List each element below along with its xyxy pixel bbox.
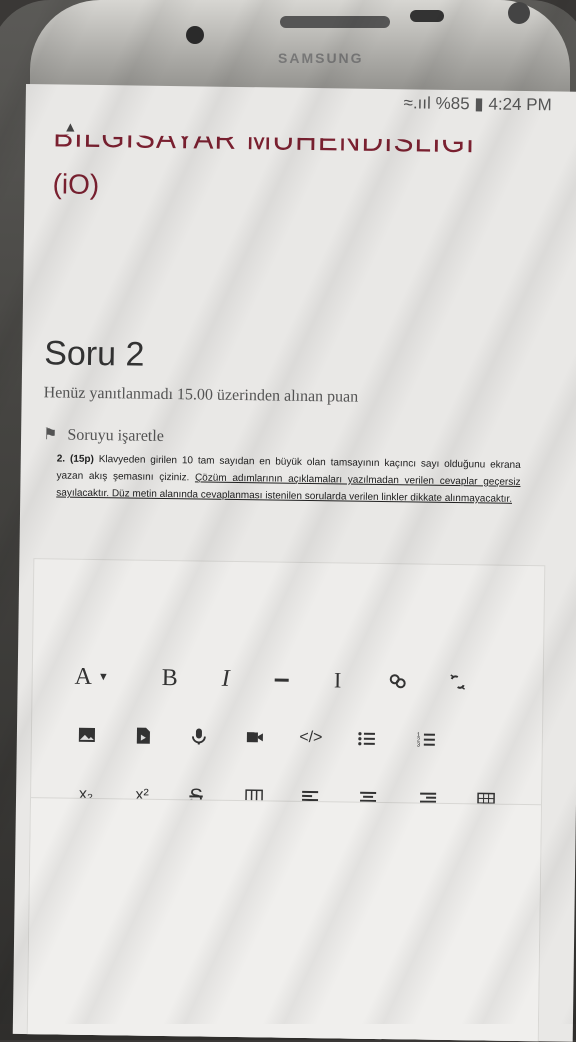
cursor-button[interactable]: I: [322, 665, 352, 695]
course-title: BILGISAYAR MÜHENDISLIGI: [53, 120, 475, 160]
italic-button[interactable]: I: [211, 664, 241, 694]
unlink-button[interactable]: [442, 667, 472, 697]
horizontal-rule-icon: [272, 669, 292, 689]
sensor-dot: [508, 2, 530, 24]
answer-text-area[interactable]: [27, 797, 541, 1042]
toolbar-row-1: A▼ B I I: [32, 661, 543, 708]
bullet-list-button[interactable]: [352, 724, 382, 754]
editor-toolbar: A▼ B I I: [34, 559, 544, 566]
unlink-icon: [448, 672, 468, 692]
html-source-button[interactable]: </>: [296, 723, 326, 753]
question-text: 2. (15p) Klavyeden girilen 10 tam sayıda…: [56, 450, 521, 507]
chevron-down-icon: ▼: [98, 671, 109, 683]
media-file-icon: [133, 726, 153, 746]
status-bar: ≈.ııl %85 ▮ 4:24 PM: [403, 93, 551, 115]
image-icon: [77, 725, 97, 745]
bullet-list-icon: [357, 729, 377, 749]
video-camera-icon: [245, 727, 265, 747]
earpiece-speaker: [280, 16, 390, 28]
numbered-list-button[interactable]: 123: [412, 724, 442, 754]
flag-question-link[interactable]: ⚑ Soruyu işaretle: [43, 424, 164, 446]
insert-media-button[interactable]: [128, 720, 158, 750]
phone-screen: ≈.ııl %85 ▮ 4:24 PM ▲ BILGISAYAR MÜHENDI…: [13, 84, 576, 1042]
insert-image-button[interactable]: [72, 720, 102, 750]
warning-icon: ▲: [63, 119, 77, 135]
battery-icon: ▮: [474, 94, 484, 113]
svg-text:3: 3: [417, 743, 421, 749]
question-title: Soru 2: [44, 334, 145, 374]
bold-button[interactable]: B: [155, 663, 185, 693]
front-camera: [186, 26, 204, 44]
record-video-button[interactable]: [240, 722, 270, 752]
toolbar-row-2: </> 123: [32, 719, 543, 766]
question-number: 2.: [57, 453, 65, 464]
question-points: (15p): [70, 454, 94, 465]
clock: 4:24 PM: [488, 94, 552, 114]
link-icon: [388, 671, 408, 691]
font-dropdown-button[interactable]: A▼: [67, 662, 117, 693]
proximity-sensor: [410, 10, 444, 22]
record-audio-button[interactable]: [184, 721, 214, 751]
font-icon: A: [74, 663, 92, 690]
signal-icon: ≈.ııl: [403, 93, 431, 112]
question-state: Henüz yanıtlanmadı 15.00 üzerinden alına…: [44, 384, 359, 406]
numbered-list-icon: 123: [417, 730, 437, 750]
device-brand: SAMSUNG: [278, 50, 364, 66]
battery-level: %85: [435, 94, 469, 113]
flag-icon: ⚑: [43, 426, 58, 443]
flag-label: Soruyu işaretle: [67, 427, 164, 445]
microphone-icon: [189, 726, 209, 746]
link-button[interactable]: [382, 666, 412, 696]
horizontal-rule-button[interactable]: [267, 664, 297, 694]
course-subtitle: (iO): [52, 168, 99, 201]
answer-editor: A▼ B I I: [26, 558, 545, 1042]
